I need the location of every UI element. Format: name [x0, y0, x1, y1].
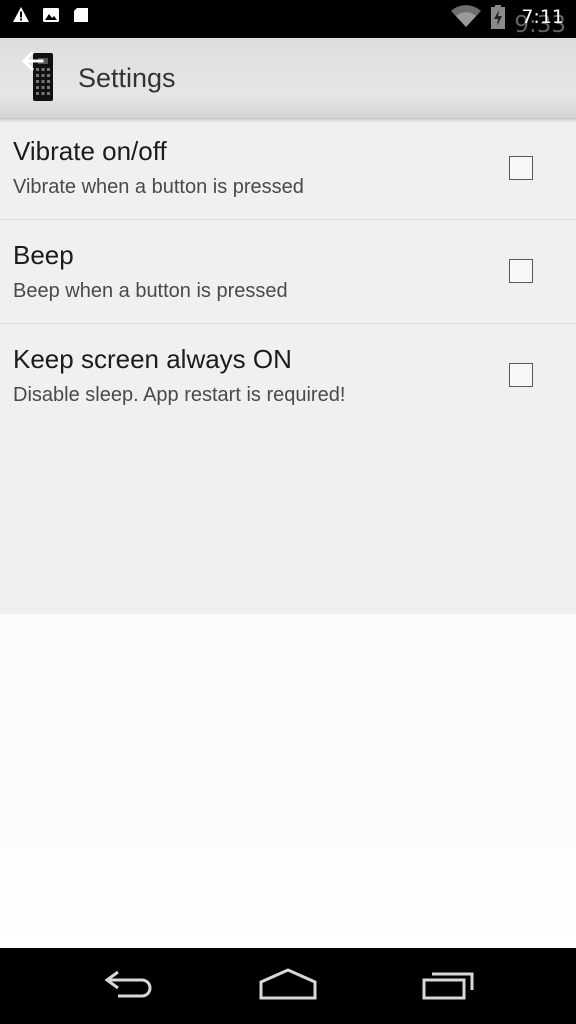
- image-icon: [42, 7, 60, 28]
- pref-beep[interactable]: Beep Beep when a button is pressed: [0, 220, 576, 324]
- page-title: Settings: [78, 63, 176, 93]
- clock: 9:33 7:11: [514, 2, 566, 38]
- pref-beep-checkbox[interactable]: [509, 259, 533, 283]
- status-right-icons: 9:33 7:11: [450, 2, 566, 38]
- empty-area: [0, 614, 576, 948]
- nav-back-button[interactable]: [93, 964, 163, 1008]
- warning-icon: [12, 6, 30, 28]
- status-time: 7:11: [521, 6, 564, 28]
- nav-home-button[interactable]: [253, 964, 323, 1008]
- wifi-icon: [450, 4, 482, 34]
- pref-vibrate-summary: Vibrate when a button is pressed: [13, 176, 304, 198]
- back-arrow-icon[interactable]: [20, 48, 46, 79]
- recents-icon: [420, 966, 480, 1007]
- status-bar: 9:33 7:11: [0, 0, 576, 38]
- pref-keep-screen-on-summary: Disable sleep. App restart is required!: [13, 384, 346, 406]
- pref-vibrate-checkbox[interactable]: [509, 156, 533, 180]
- battery-charging-icon: [490, 4, 506, 35]
- pref-vibrate[interactable]: Vibrate on/off Vibrate when a button is …: [0, 124, 576, 220]
- status-left-icons: [12, 6, 90, 28]
- navigation-bar: [0, 948, 576, 1024]
- sd-card-icon: [72, 7, 90, 28]
- settings-list: Vibrate on/off Vibrate when a button is …: [0, 124, 576, 614]
- pref-keep-screen-on-checkbox[interactable]: [509, 363, 533, 387]
- pref-keep-screen-on[interactable]: Keep screen always ON Disable sleep. App…: [0, 324, 576, 424]
- action-bar: Settings: [0, 38, 576, 119]
- pref-vibrate-title: Vibrate on/off: [13, 136, 167, 166]
- pref-keep-screen-on-title: Keep screen always ON: [13, 344, 292, 374]
- pref-beep-title: Beep: [13, 240, 74, 270]
- nav-recents-button[interactable]: [415, 964, 485, 1008]
- home-icon: [257, 966, 319, 1007]
- back-icon: [98, 966, 158, 1007]
- pref-beep-summary: Beep when a button is pressed: [13, 280, 288, 302]
